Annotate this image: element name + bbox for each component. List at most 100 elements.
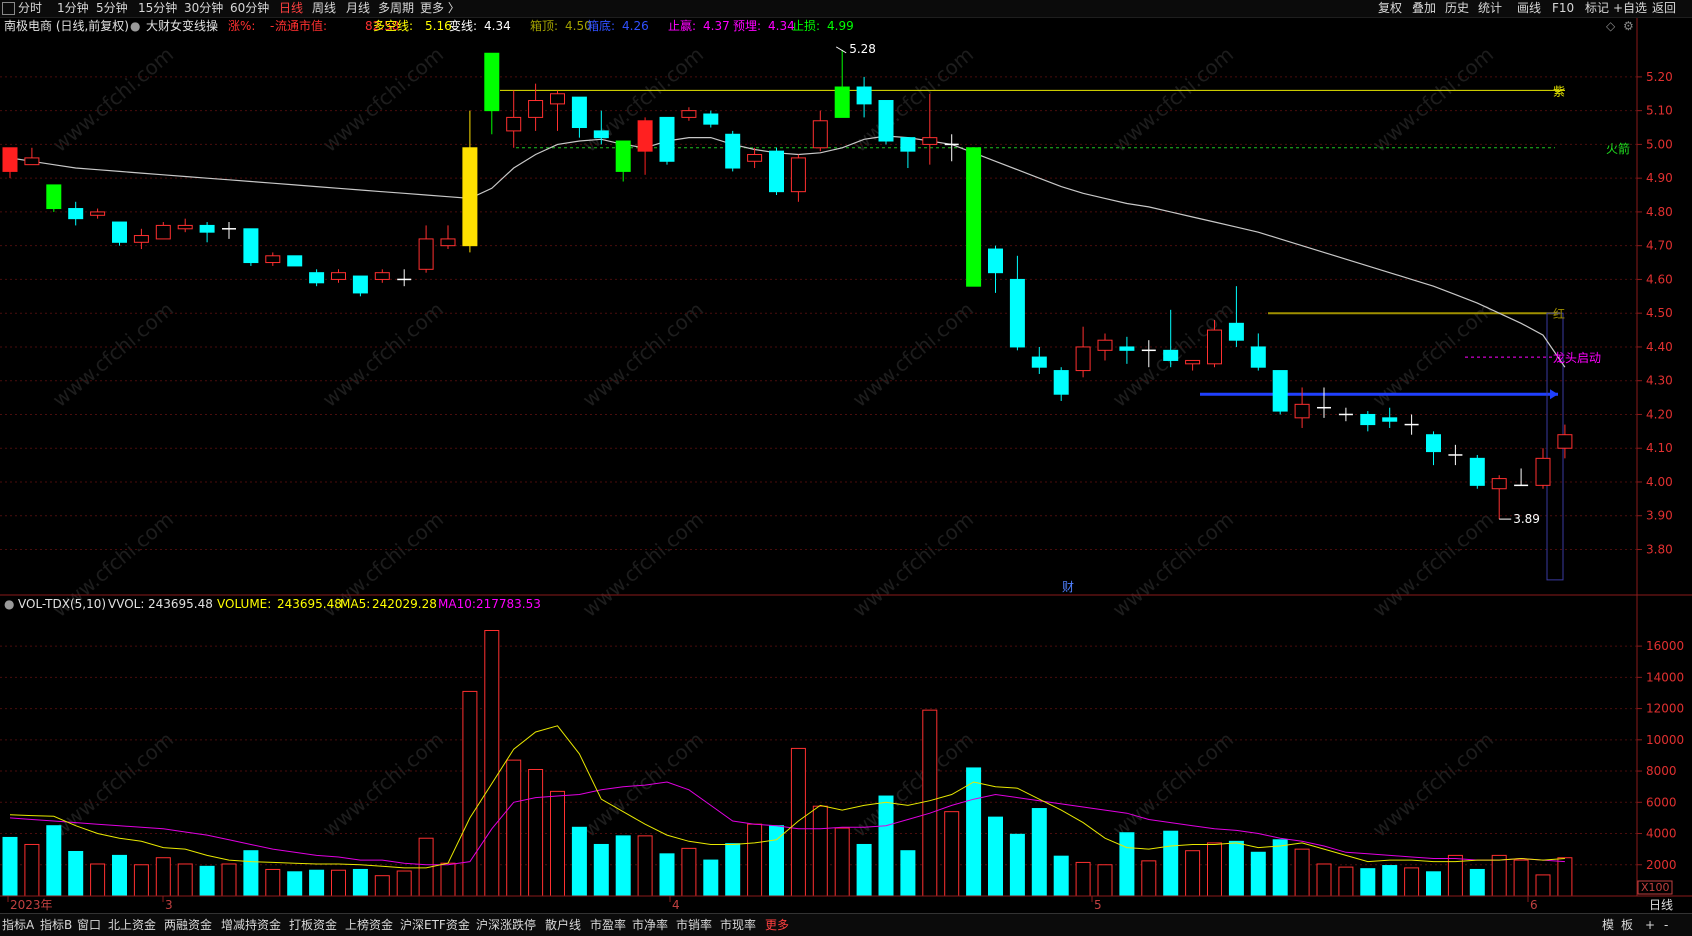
candlestick[interactable]	[374, 269, 390, 283]
volume-bar[interactable]	[944, 811, 960, 897]
candlestick[interactable]	[1317, 387, 1331, 418]
bottom-control[interactable]: 板	[1621, 917, 1633, 933]
volume-bar[interactable]	[637, 835, 653, 897]
settings-icon[interactable]: ⚙	[1623, 19, 1634, 33]
candlestick[interactable]	[352, 275, 368, 297]
volume-bar[interactable]	[287, 871, 303, 897]
volume-bar[interactable]	[331, 869, 346, 897]
volume-bar[interactable]	[615, 835, 631, 897]
period-tab[interactable]: 多周期	[378, 1, 414, 16]
volume-bar[interactable]	[462, 690, 478, 897]
candlestick[interactable]	[1404, 414, 1419, 435]
volume-bar[interactable]	[1031, 808, 1047, 897]
toolbar-button[interactable]: 画线	[1517, 1, 1541, 16]
candlestick[interactable]	[112, 221, 127, 246]
bottom-tab[interactable]: 沪深ETF资金	[400, 917, 470, 933]
volume-bar[interactable]	[988, 816, 1003, 897]
candlestick[interactable]	[2, 147, 18, 179]
current-period-label[interactable]: 日线	[1649, 898, 1673, 912]
volume-bar[interactable]	[199, 865, 215, 897]
bottom-tab[interactable]: 指标B	[40, 917, 72, 933]
bottom-tab[interactable]: 市现率	[720, 917, 756, 933]
volume-bar[interactable]	[966, 767, 982, 897]
bottom-tab[interactable]: 北上资金	[108, 917, 156, 933]
volume-bar[interactable]	[1097, 864, 1113, 897]
volume-bar[interactable]	[46, 825, 62, 897]
volume-bar[interactable]	[221, 863, 237, 897]
candlestick[interactable]	[1053, 367, 1069, 401]
candlestick[interactable]	[1250, 333, 1266, 371]
toolbar-button[interactable]: 历史	[1445, 1, 1469, 16]
volume-bar[interactable]	[725, 843, 741, 897]
volume-bar[interactable]	[834, 827, 850, 897]
bottom-tab[interactable]: 两融资金	[164, 917, 212, 933]
candlestick[interactable]	[287, 255, 303, 267]
volume-bar[interactable]	[703, 859, 719, 897]
candlestick[interactable]	[988, 245, 1003, 293]
volume-bar[interactable]	[243, 850, 259, 897]
candlestick[interactable]	[615, 140, 631, 182]
candlestick[interactable]	[1535, 448, 1551, 489]
volume-bar[interactable]	[1009, 833, 1025, 897]
period-tab[interactable]: 15分钟	[138, 1, 177, 16]
candlestick[interactable]	[659, 116, 675, 165]
volume-bar[interactable]	[900, 850, 916, 897]
volume-bar[interactable]	[922, 709, 938, 897]
period-tab[interactable]: 30分钟	[184, 1, 223, 16]
volume-bar[interactable]	[1382, 865, 1398, 897]
volume-bar[interactable]	[1513, 859, 1529, 897]
volume-bar[interactable]	[1316, 863, 1332, 897]
candlestick[interactable]	[46, 184, 62, 212]
volume-bar[interactable]	[1404, 867, 1420, 897]
period-tab[interactable]: 1分钟	[57, 1, 89, 16]
diamond-icon[interactable]: ◇	[1606, 19, 1616, 33]
toolbar-button[interactable]: 统计	[1478, 1, 1502, 16]
candlestick[interactable]	[24, 147, 40, 166]
volume-bar[interactable]	[1557, 857, 1573, 897]
indicator-dot-icon[interactable]: ●	[130, 19, 140, 33]
period-tab[interactable]: 周线	[312, 1, 336, 16]
candlestick[interactable]	[1185, 359, 1201, 371]
volume-bar[interactable]	[1141, 860, 1157, 897]
candlestick[interactable]	[1491, 475, 1507, 520]
toolbar-button[interactable]: 返回	[1652, 1, 1676, 16]
volume-bar[interactable]	[24, 843, 40, 897]
volume-bar[interactable]	[1053, 855, 1069, 897]
volume-bar[interactable]	[265, 868, 281, 897]
volume-bar[interactable]	[571, 826, 587, 897]
candlestick[interactable]	[637, 117, 653, 175]
period-tab[interactable]: 分时	[18, 1, 42, 16]
candlestick[interactable]	[440, 225, 456, 250]
bottom-tab[interactable]: 增减持资金	[221, 917, 281, 933]
volume-bar[interactable]	[769, 825, 784, 897]
volume-bar[interactable]	[550, 790, 565, 897]
volume-bar[interactable]	[659, 853, 675, 897]
candlestick[interactable]	[878, 100, 894, 145]
bottom-tab[interactable]: 市净率	[632, 917, 668, 933]
volume-bar[interactable]	[155, 857, 171, 897]
candlestick[interactable]	[1360, 411, 1376, 432]
candlestick[interactable]	[681, 107, 697, 121]
volume-bar[interactable]	[747, 823, 763, 897]
bottom-tab[interactable]: 窗口	[77, 917, 101, 933]
volume-bar[interactable]	[593, 843, 609, 897]
candlestick[interactable]	[90, 208, 106, 219]
candlestick[interactable]	[703, 110, 719, 128]
bottom-tab[interactable]: 散户线	[545, 917, 581, 933]
volume-bar[interactable]	[90, 863, 106, 897]
volume-bar[interactable]	[856, 843, 872, 897]
candlestick[interactable]	[571, 96, 587, 138]
volume-bar[interactable]	[352, 868, 368, 897]
volume-bar[interactable]	[177, 863, 193, 897]
volume-bar[interactable]	[1294, 848, 1310, 897]
volume-bar[interactable]	[1075, 861, 1091, 897]
candlestick[interactable]	[1119, 336, 1135, 364]
volume-bar[interactable]	[1360, 868, 1376, 897]
toolbar-button[interactable]: 叠加	[1412, 1, 1436, 16]
volume-bar[interactable]	[812, 805, 828, 897]
candlestick[interactable]	[856, 76, 872, 118]
bottom-tab[interactable]: 市盈率	[590, 917, 626, 933]
volume-bar[interactable]	[1426, 871, 1441, 897]
volume-bar[interactable]	[309, 869, 325, 897]
candlestick[interactable]	[769, 147, 784, 196]
